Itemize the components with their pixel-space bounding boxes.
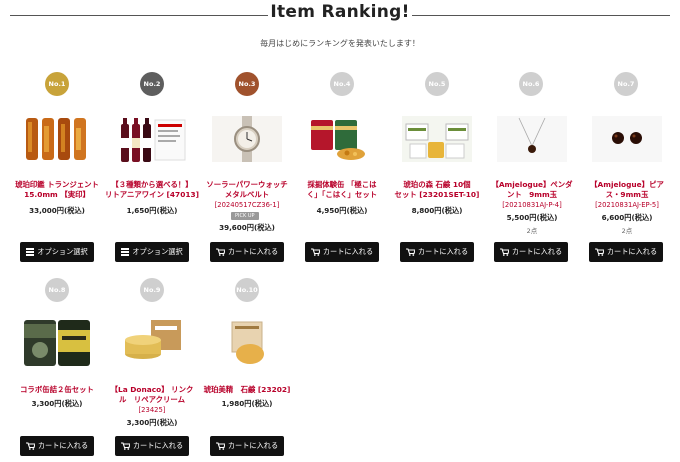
button-label: オプション選択 [37,247,88,256]
cart-icon [310,248,320,256]
cart-icon [120,442,130,450]
page-title: Item Ranking! [270,2,410,22]
add-to-cart-button-3[interactable]: カートに入れる [210,242,284,262]
header-divider-left [10,15,268,16]
product-image-earrings[interactable] [592,116,662,162]
rank-badge-10: No.10 [235,278,259,302]
button-label: オプション選択 [132,247,183,256]
product-price-1: 33,000円(税込) [29,206,85,215]
product-price-4: 4,950円(税込) [316,206,368,215]
button-label: カートに入れる [606,247,658,256]
product-code-9: [23425] [138,406,166,414]
button-label: カートに入れる [322,247,374,256]
product-name-8[interactable]: コラボ缶詰２缶セット [7,385,107,395]
rank-badge-5: No.5 [425,72,449,96]
add-to-cart-button-6[interactable]: カートに入れる [494,242,568,262]
ranking-subtitle: 毎月はじめにランキングを発表いたします！ [260,39,420,48]
product-image-repair-cream[interactable] [117,316,187,368]
add-to-cart-button-9[interactable]: カートに入れる [115,436,189,456]
list-icon [121,248,130,256]
product-price-9: 3,300円(税込) [126,418,178,427]
rank-badge-1: No.1 [45,72,69,96]
product-name-3[interactable]: ソーラーパワーウォッチ メタルベルト [197,180,297,200]
rank-badge-2: No.2 [140,72,164,96]
button-label: カートに入れる [511,247,563,256]
product-price-7: 6,600円(税込) [601,213,653,222]
cart-icon [215,442,225,450]
add-to-cart-button-7[interactable]: カートに入れる [589,242,663,262]
rank-badge-8: No.8 [45,278,69,302]
variant-count-6: 2点 [526,227,538,235]
option-select-button-1[interactable]: オプション選択 [20,242,94,262]
ranking-header: Item Ranking! [0,0,680,34]
product-image-amber-seal[interactable] [22,116,92,162]
product-code-3: [20240517CZ36-1] [214,201,280,209]
pickup-badge: PICK UP [231,212,259,220]
button-label: カートに入れる [37,441,89,450]
rank-badge-7: No.7 [614,72,638,96]
product-name-10[interactable]: 琥珀美精 石鹸 [23202] [197,385,297,395]
product-price-8: 3,300円(税込) [31,399,83,408]
add-to-cart-button-8[interactable]: カートに入れる [20,436,94,456]
product-name-1[interactable]: 琥珀印鑑 トランジェント 15.0mm 【実印】 [7,180,107,200]
header-divider-right [412,15,670,16]
button-label: カートに入れる [227,441,279,450]
cart-icon [499,248,509,256]
cart-icon [215,248,225,256]
product-image-wine[interactable] [117,116,187,162]
button-label: カートに入れる [227,247,279,256]
product-name-2[interactable]: 【３種類から選べる！】 リトアニアワイン [47013] [102,180,202,200]
product-name-7[interactable]: 【Amjelogue】ピア ス・9mm玉 [577,180,677,200]
product-image-watch[interactable] [212,116,282,162]
rank-badge-3: No.3 [235,72,259,96]
product-image-pendant[interactable] [497,116,567,162]
product-image-excavation-cans[interactable] [307,116,377,162]
product-price-3: 39,600円(税込) [219,223,275,232]
product-price-5: 8,800円(税込) [411,206,463,215]
button-label: カートに入れる [132,441,184,450]
rank-badge-6: No.6 [519,72,543,96]
product-name-4[interactable]: 採掘体験缶 「極こは く」「こはく」セット [292,180,392,200]
option-select-button-2[interactable]: オプション選択 [115,242,189,262]
add-to-cart-button-4[interactable]: カートに入れる [305,242,379,262]
product-name-5[interactable]: 琥珀の森 石鹸 10個 セット [23201SET-10] [387,180,487,200]
rank-badge-9: No.9 [140,278,164,302]
product-image-soap-set[interactable] [402,116,472,162]
product-price-2: 1,650円(税込) [126,206,178,215]
add-to-cart-button-10[interactable]: カートに入れる [210,436,284,456]
product-name-9[interactable]: 【La Donaco】 リンクル リペアクリーム [102,385,202,405]
button-label: カートに入れる [417,247,469,256]
cart-icon [405,248,415,256]
product-price-6: 5,500円(税込) [506,213,558,222]
product-image-collab-cans[interactable] [22,316,92,368]
rank-badge-4: No.4 [330,72,354,96]
add-to-cart-button-5[interactable]: カートに入れる [400,242,474,262]
product-code-7: [20210831AJ-EP-5] [595,201,659,209]
product-price-10: 1,980円(税込) [221,399,273,408]
cart-icon [25,442,35,450]
cart-icon [594,248,604,256]
variant-count-7: 2点 [621,227,633,235]
product-code-6: [20210831AJ-P-4] [502,201,562,209]
product-image-amber-soap[interactable] [212,316,282,368]
list-icon [26,248,35,256]
product-name-6[interactable]: 【Amjelogue】ペンダ ント 9mm玉 [482,180,582,200]
